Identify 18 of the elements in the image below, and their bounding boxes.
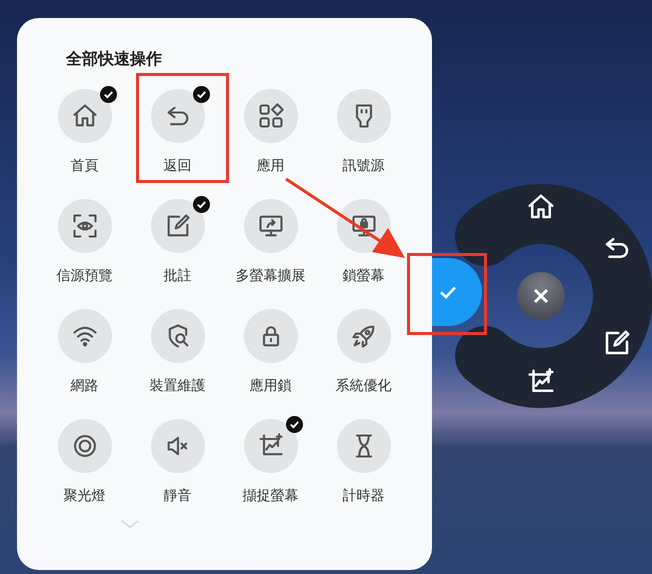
quick-action-tile[interactable]: 應用 [234,89,306,175]
quick-action-tile[interactable]: 首頁 [48,89,120,175]
quick-action-tile[interactable]: 訊號源 [328,89,400,175]
quick-action-tile[interactable]: 裝置維護 [142,309,214,395]
quick-action-tile[interactable]: 聚光燈 [48,419,120,505]
quick-action-tile[interactable]: 系統優化 [328,309,400,395]
eye-icon [70,212,98,240]
quick-action-tile[interactable]: 批註 [142,199,214,285]
panel-title: 全部快速操作 [66,49,162,69]
quick-action-tile[interactable]: 網路 [48,309,120,395]
apps-icon [256,102,284,130]
quick-action-tile[interactable]: 靜音 [142,419,214,505]
quick-action-tile[interactable]: 返回 [142,89,214,175]
quick-action-tile[interactable]: 擷捉螢幕 [234,419,306,505]
quick-action-tile[interactable]: 計時器 [328,419,400,505]
quick-action-tile[interactable]: 信源預覽 [48,199,120,285]
quick-action-tile[interactable]: 應用鎖 [234,309,306,395]
quick-action-tile[interactable]: 多螢幕擴展 [234,199,306,285]
